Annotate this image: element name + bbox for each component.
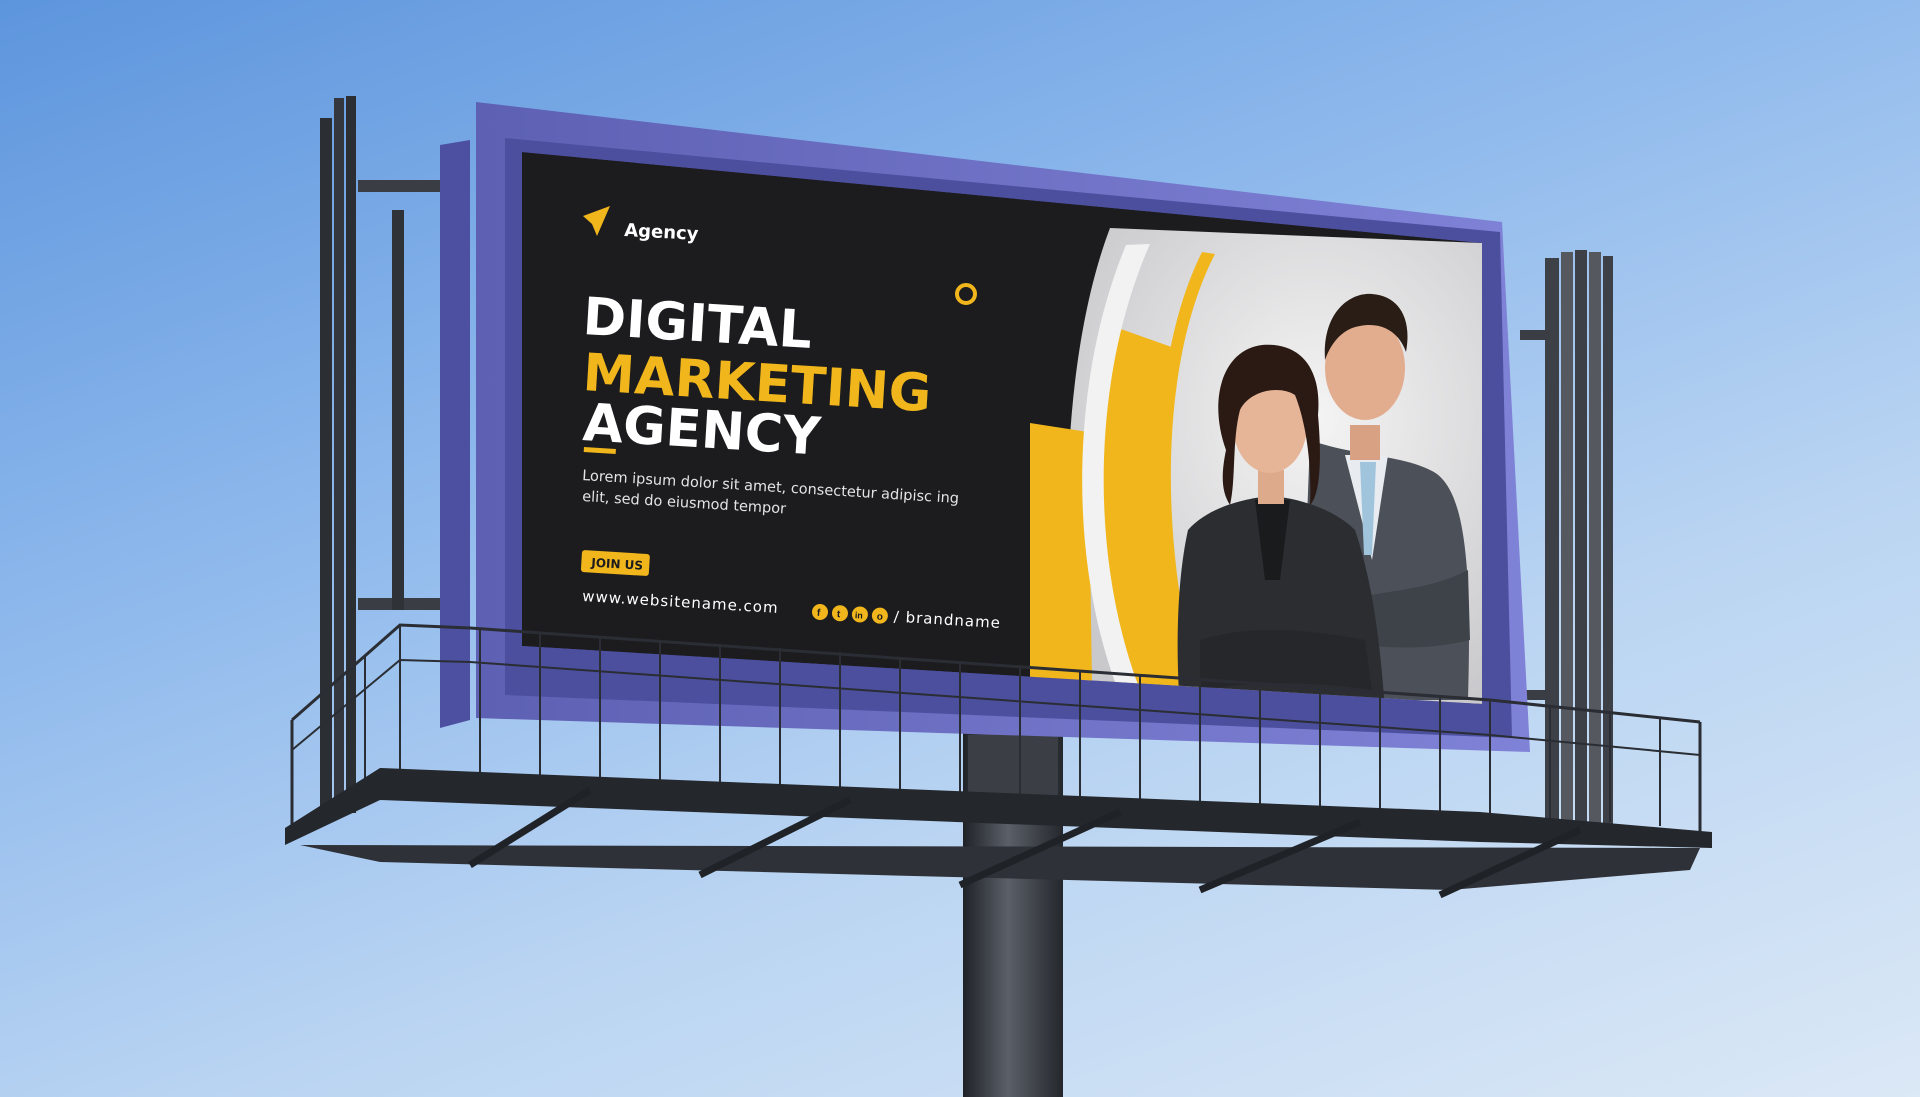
svg-text:o: o — [876, 611, 883, 622]
pole-top — [968, 735, 1058, 795]
billboard-back-frame — [440, 140, 470, 728]
billboard-ad: Agency DIGITAL MARKETING AGENCY Lorem ip… — [522, 152, 1482, 704]
brand-name: Agency — [624, 220, 700, 245]
svg-text:in: in — [855, 610, 864, 620]
join-us-button[interactable]: JOIN US — [580, 550, 650, 576]
woman-neck — [1258, 470, 1284, 504]
billboard-scene: Agency DIGITAL MARKETING AGENCY Lorem ip… — [285, 96, 1712, 1097]
man-neck — [1350, 425, 1380, 460]
